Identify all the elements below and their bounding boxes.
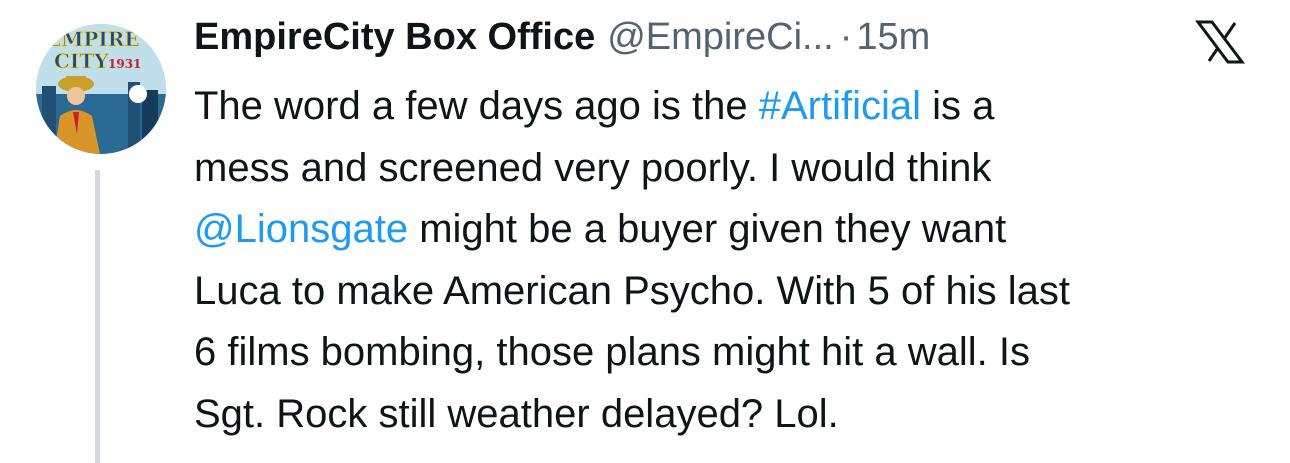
tweet-line-3: @Lionsgate might be a buyer given they w… bbox=[194, 199, 1274, 261]
svg-text:EMPIRE: EMPIRE bbox=[46, 27, 140, 51]
tweet-text-segment: is a bbox=[921, 84, 995, 128]
x-logo-svg bbox=[1195, 20, 1245, 64]
x-logo-icon[interactable] bbox=[1184, 20, 1256, 64]
tweet-header: EmpireCity Box Office @EmpireCi... · 15m bbox=[194, 16, 930, 66]
tweet-text-segment: The word a few days ago is the bbox=[194, 84, 759, 128]
tweet-line-4: Luca to make American Psycho. With 5 of … bbox=[194, 268, 1070, 313]
separator-dot: · bbox=[839, 16, 853, 58]
tweet-line-2: mess and screened very poorly. I would t… bbox=[194, 145, 992, 190]
hashtag-link[interactable]: #Artificial bbox=[759, 84, 921, 128]
tweet-text: The word a few days ago is the #Artifici… bbox=[194, 76, 1274, 445]
avatar-image: EMPIRE CITY 1931 bbox=[36, 24, 166, 154]
tweet-line-5: 6 films bombing, those plans might hit a… bbox=[194, 330, 1030, 374]
svg-text:CITY: CITY bbox=[54, 49, 109, 73]
timestamp[interactable]: 15m bbox=[856, 16, 930, 59]
svg-text:1931: 1931 bbox=[108, 57, 141, 71]
mention-link[interactable]: @Lionsgate bbox=[194, 207, 408, 251]
tweet-text-segment: might be a buyer given they want bbox=[408, 207, 1007, 251]
thread-line bbox=[95, 170, 100, 463]
handle[interactable]: @EmpireCi... bbox=[607, 16, 834, 59]
tweet-line-6: Sgt. Rock still weather delayed? Lol. bbox=[194, 391, 839, 436]
avatar[interactable]: EMPIRE CITY 1931 bbox=[36, 24, 166, 154]
tweet-card[interactable]: EMPIRE CITY 1931 EmpireCity Box Office @… bbox=[0, 0, 1290, 463]
tweet-line-1: The word a few days ago is the #Artifici… bbox=[194, 76, 1274, 138]
display-name[interactable]: EmpireCity Box Office bbox=[194, 16, 595, 59]
